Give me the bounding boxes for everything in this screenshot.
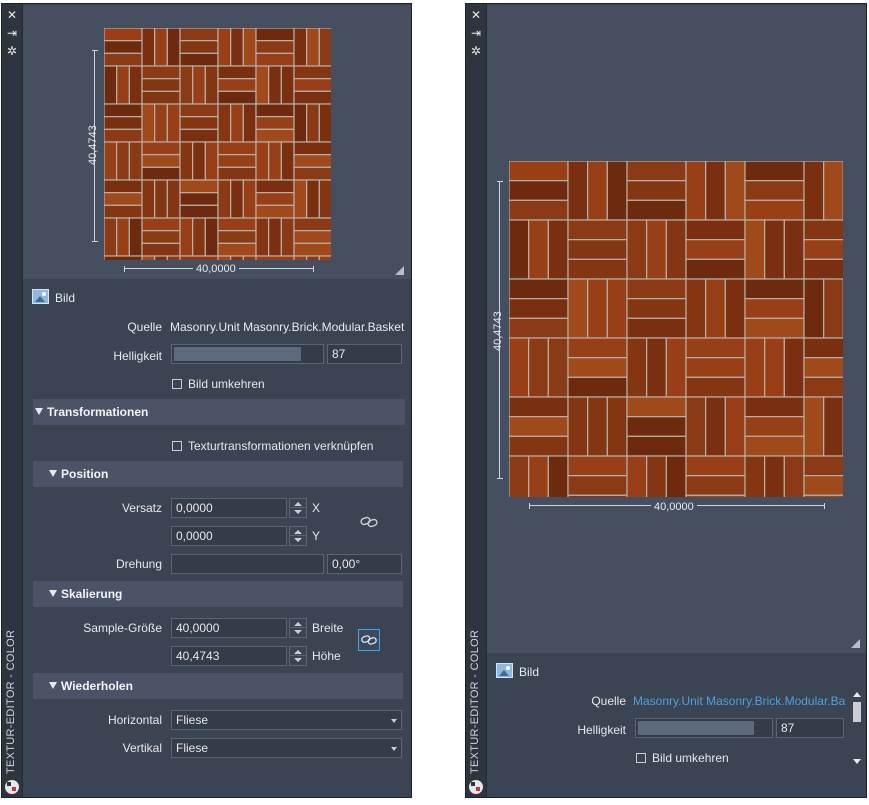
bild-title: Bild <box>519 665 540 679</box>
scrollbar-thumb[interactable] <box>853 702 861 722</box>
scale-link-icon[interactable] <box>358 629 380 651</box>
texture-preview: 40,4743 40,0000 <box>487 5 866 653</box>
texture-editor-panel-right: ✕ ⇥ ✲ TEXTUR-EDITOR - COLOR 40,4743 40,0… <box>465 3 867 798</box>
scroll-up-icon[interactable] <box>853 692 861 697</box>
width-dimension-label: 40,0000 <box>193 263 239 275</box>
quelle-source-link[interactable]: Masonry.Unit Masonry.Brick.Modular.Ba <box>633 694 846 708</box>
vertical-repeat-select[interactable]: Fliese <box>171 738 402 758</box>
height-dimension-label: 40,4743 <box>492 311 504 351</box>
collapse-triangle-icon <box>35 408 43 416</box>
helligkeit-label: Helligkeit <box>577 723 626 737</box>
bild-umkehren-checkbox[interactable] <box>636 753 646 763</box>
title-strip: ✕ ⇥ ✲ TEXTUR-EDITOR - COLOR <box>466 4 487 797</box>
app-logo-icon <box>5 780 19 794</box>
helligkeit-label: Helligkeit <box>113 349 162 363</box>
preview-resize-handle[interactable] <box>395 266 404 275</box>
height-dimension-label: 40,4743 <box>87 125 99 165</box>
offset-y-unit: Y <box>312 529 321 543</box>
sample-width-spinner[interactable] <box>289 618 307 638</box>
texture-image <box>509 161 843 497</box>
quelle-label: Quelle <box>591 694 626 708</box>
app-logo-icon <box>469 780 483 794</box>
sample-height-unit: Höhe <box>312 649 341 663</box>
bild-umkehren-checkbox[interactable] <box>172 379 182 389</box>
rotation-slider[interactable] <box>171 554 324 574</box>
bild-title: Bild <box>55 291 76 305</box>
vertical-repeat-value: Fliese <box>176 741 209 755</box>
texture-image <box>104 28 331 260</box>
chevron-down-icon <box>391 719 397 723</box>
vertikal-label: Vertikal <box>122 741 162 755</box>
skalierung-header[interactable]: Skalierung <box>33 581 403 607</box>
scroll-down-icon[interactable] <box>853 759 861 764</box>
offset-link-icon[interactable] <box>358 511 380 533</box>
sample-height-input[interactable]: 40,4743 <box>171 646 287 666</box>
brightness-slider-fill <box>638 721 754 735</box>
settings-icon[interactable]: ✲ <box>469 44 483 58</box>
brightness-slider[interactable] <box>171 344 324 364</box>
horizontal-repeat-select[interactable]: Fliese <box>171 710 402 730</box>
texture-editor-panel-left: ✕ ⇥ ✲ TEXTUR-EDITOR - COLOR 40,4743 40,0… <box>1 3 412 798</box>
offset-y-input[interactable]: 0,0000 <box>171 526 287 546</box>
close-icon[interactable]: ✕ <box>469 8 483 22</box>
position-header[interactable]: Position <box>33 461 403 487</box>
offset-x-spinner[interactable] <box>289 498 307 518</box>
sample-width-input[interactable]: 40,0000 <box>171 618 287 638</box>
width-dimension-label: 40,0000 <box>651 501 697 513</box>
wiederholen-header[interactable]: Wiederholen <box>33 673 403 699</box>
offset-x-input[interactable]: 0,0000 <box>171 498 287 518</box>
horizontal-repeat-value: Fliese <box>176 713 209 727</box>
versatz-label: Versatz <box>121 501 162 515</box>
horizontal-label: Horizontal <box>107 713 162 727</box>
bild-umkehren-label: Bild umkehren <box>188 377 265 391</box>
collapse-triangle-icon <box>49 470 57 478</box>
sample-width-unit: Breite <box>312 621 344 635</box>
link-transforms-label: Texturtransformationen verknüpfen <box>188 439 374 453</box>
sample-height-spinner[interactable] <box>289 646 307 666</box>
offset-x-unit: X <box>312 501 321 515</box>
image-icon <box>32 289 49 304</box>
pin-icon[interactable]: ⇥ <box>5 26 19 40</box>
rotation-value-input[interactable]: 0,00° <box>327 554 402 574</box>
offset-y-spinner[interactable] <box>289 526 307 546</box>
settings-icon[interactable]: ✲ <box>5 44 19 58</box>
brightness-value-input[interactable]: 87 <box>776 718 844 738</box>
close-icon[interactable]: ✕ <box>5 8 19 22</box>
quelle-label: Quelle <box>127 320 162 334</box>
pin-icon[interactable]: ⇥ <box>469 26 483 40</box>
brightness-value-input[interactable]: 87 <box>327 344 402 364</box>
image-icon <box>496 663 513 678</box>
bild-umkehren-label: Bild umkehren <box>652 751 729 765</box>
link-transforms-checkbox[interactable] <box>172 441 182 451</box>
title-strip: ✕ ⇥ ✲ TEXTUR-EDITOR - COLOR <box>2 4 23 797</box>
collapse-triangle-icon <box>49 682 57 690</box>
sample-size-label: Sample-Größe <box>83 621 162 635</box>
brightness-slider-fill <box>174 347 301 361</box>
chevron-down-icon <box>391 747 397 751</box>
transformationen-header[interactable]: Transformationen <box>33 399 405 425</box>
quelle-source-link[interactable]: Masonry.Unit Masonry.Brick.Modular.Baske… <box>170 320 408 334</box>
collapse-triangle-icon <box>49 590 57 598</box>
texture-preview: 40,4743 40,0000 <box>23 5 411 279</box>
properties-scrollbar[interactable] <box>852 692 862 764</box>
brightness-slider[interactable] <box>635 718 773 738</box>
preview-resize-handle[interactable] <box>851 639 860 648</box>
drehung-label: Drehung <box>115 557 162 571</box>
